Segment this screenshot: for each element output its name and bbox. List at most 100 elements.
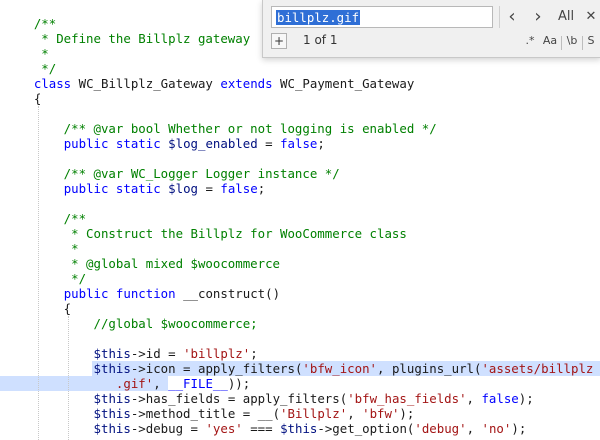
- code-token: /** @var bool Whether or not logging is …: [4, 121, 437, 136]
- whole-word-toggle-button[interactable]: \b: [563, 30, 581, 52]
- previous-match-icon[interactable]: ‹: [499, 6, 525, 28]
- in-selection-toggle-button[interactable]: S: [584, 30, 598, 52]
- find-all-button[interactable]: All: [551, 6, 581, 28]
- code-token: $log_enabled: [168, 136, 258, 151]
- match-case-toggle-button[interactable]: Aa: [540, 30, 560, 52]
- code-token: ->debug =: [130, 421, 206, 436]
- code-token: /**: [4, 211, 87, 226]
- code-token: static: [115, 181, 161, 196]
- find-query-text: billplz.gif: [276, 10, 361, 25]
- code-token: ;: [257, 181, 266, 196]
- code-token: 'debug': [414, 421, 467, 436]
- code-line: //global $woocommerce;: [4, 316, 600, 331]
- code-token: );: [399, 406, 415, 421]
- toggle-divider: [561, 36, 562, 50]
- code-token: __construct(): [175, 286, 281, 301]
- code-token: false: [220, 181, 258, 196]
- code-line: class WC_Billplz_Gateway extends WC_Paym…: [4, 76, 600, 91]
- code-token: $this: [93, 346, 131, 361]
- code-token: *: [4, 46, 49, 61]
- code-token: );: [518, 391, 534, 406]
- code-token: ;: [250, 346, 258, 361]
- code-token: 'bfw_has_fields': [347, 391, 467, 406]
- code-token: $this: [280, 421, 318, 436]
- code-line: /**: [4, 211, 600, 226]
- code-line: public static $log_enabled = false;: [4, 136, 600, 151]
- code-line: $this->id = 'billplz';: [4, 346, 600, 361]
- code-token: $this: [93, 406, 131, 421]
- code-token: ===: [242, 421, 281, 436]
- code-token: {: [4, 91, 42, 106]
- add-icon[interactable]: +: [271, 33, 287, 49]
- code-line: {: [4, 91, 600, 106]
- code-line: $this->icon = apply_filters('bfw_icon', …: [4, 361, 600, 376]
- code-token: =: [198, 181, 221, 196]
- code-token: //global $woocommerce;: [4, 316, 258, 331]
- code-token: ->get_option(: [317, 421, 415, 436]
- code-token: WC_Payment_Gateway: [272, 76, 415, 91]
- code-token: 'billplz': [183, 346, 251, 361]
- find-widget: billplz.gif ‹ › All ✕ + 1 of 1 .* Aa \b …: [262, 0, 600, 58]
- toggle-divider: [582, 36, 583, 50]
- code-token: );: [511, 421, 527, 436]
- code-token: 'bfw': [362, 406, 400, 421]
- code-token: function: [115, 286, 176, 301]
- code-token: * Define the Billplz gateway: [4, 31, 251, 46]
- code-token: , plugins_url(: [377, 361, 482, 376]
- code-token: */: [4, 61, 57, 76]
- next-match-icon[interactable]: ›: [525, 6, 551, 28]
- code-token: $this: [93, 421, 131, 436]
- code-line: * Construct the Billplz for WooCommerce …: [4, 226, 600, 241]
- code-token: ,: [466, 421, 482, 436]
- code-token: /**: [4, 16, 57, 31]
- code-token: */: [4, 271, 87, 286]
- code-token: 'Billplz': [280, 406, 348, 421]
- code-token: $log: [168, 181, 198, 196]
- code-token: extends: [220, 76, 273, 91]
- code-token: static: [115, 136, 161, 151]
- code-line: /** @var bool Whether or not logging is …: [4, 121, 600, 136]
- code-token: false: [481, 391, 519, 406]
- code-token: 'assets/billplz: [481, 361, 594, 376]
- code-line: .gif', __FILE__));: [4, 376, 600, 391]
- code-token: ;: [317, 136, 325, 151]
- code-line: {: [4, 301, 600, 316]
- code-token: WC_Billplz_Gateway: [71, 76, 221, 91]
- code-token: ,: [466, 391, 482, 406]
- code-line: *: [4, 241, 600, 256]
- code-token: ->has_fields = apply_filters(: [130, 391, 348, 406]
- find-input[interactable]: billplz.gif: [271, 6, 493, 28]
- code-token: $this: [93, 361, 131, 376]
- code-token: public: [63, 286, 109, 301]
- regex-toggle-button[interactable]: .*: [521, 30, 539, 52]
- code-token: .gif': [115, 376, 154, 391]
- code-line: /** @var WC_Logger Logger instance */: [4, 166, 600, 181]
- code-token: ->method_title = __(: [130, 406, 281, 421]
- code-line: * @global mixed $woocommerce: [4, 256, 600, 271]
- code-token: public: [63, 181, 109, 196]
- code-token: class: [33, 76, 72, 91]
- code-token: $this: [93, 391, 131, 406]
- match-count: 1 of 1: [303, 33, 338, 47]
- code-token: public: [63, 136, 109, 151]
- code-line: public function __construct(): [4, 286, 600, 301]
- code-token: 'bfw_icon': [302, 361, 378, 376]
- code-token: {: [4, 301, 72, 316]
- close-icon[interactable]: ✕: [581, 6, 600, 28]
- code-editor[interactable]: /** * Define the Billplz gateway * */ cl…: [0, 0, 600, 440]
- code-line: $this->debug = 'yes' === $this->get_opti…: [4, 421, 600, 436]
